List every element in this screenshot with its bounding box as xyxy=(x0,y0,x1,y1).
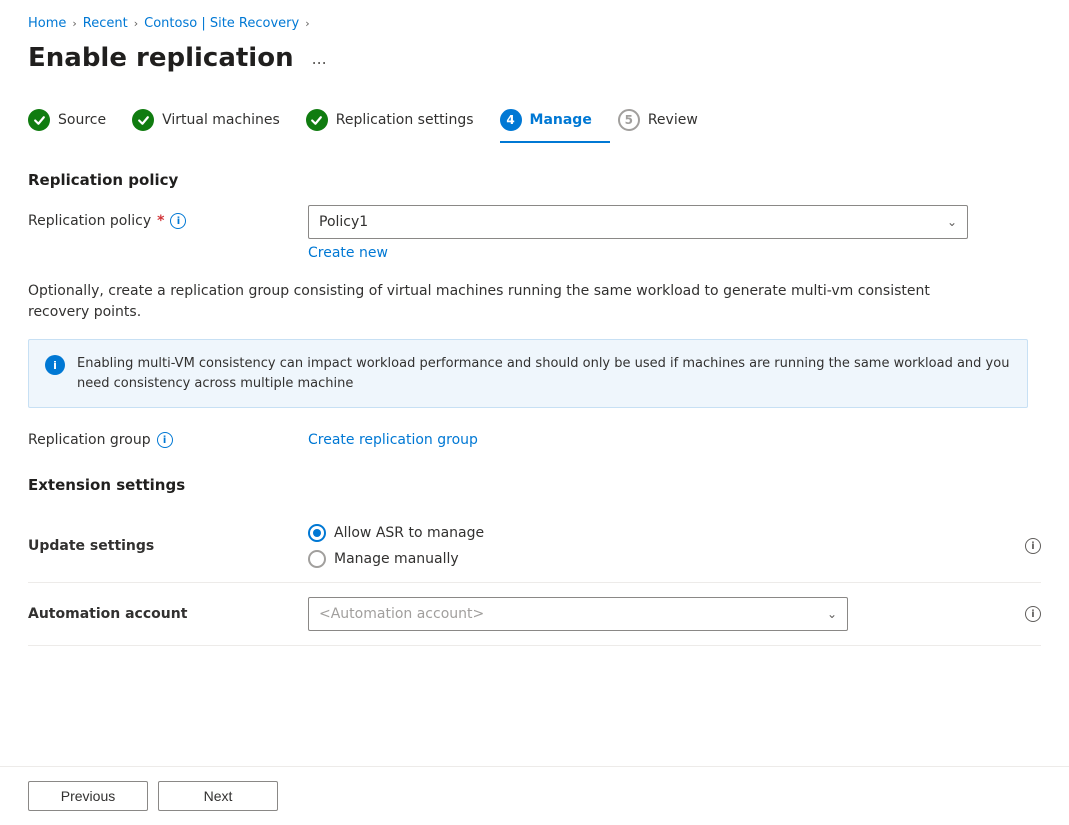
automation-account-dropdown[interactable]: <Automation account> ⌄ xyxy=(308,597,848,631)
automation-account-row: Automation account <Automation account> … xyxy=(28,583,1041,646)
step-source-check xyxy=(28,109,50,131)
breadcrumb-sep-2: › xyxy=(134,17,138,30)
radio-allow-asr[interactable]: Allow ASR to manage xyxy=(308,524,1025,542)
update-settings-control: Allow ASR to manage Manage manually xyxy=(308,524,1025,568)
replication-policy-info-icon[interactable]: i xyxy=(170,213,186,229)
next-button[interactable]: Next xyxy=(158,781,278,811)
step-review[interactable]: 5 Review xyxy=(618,101,716,143)
step-manage-label: Manage xyxy=(530,112,592,128)
step-vm-label: Virtual machines xyxy=(162,112,280,128)
create-replication-group-link[interactable]: Create replication group xyxy=(308,432,478,448)
update-settings-info-icon[interactable]: i xyxy=(1025,538,1041,554)
replication-group-row: Replication group i Create replication g… xyxy=(28,432,1041,448)
update-settings-label: Update settings xyxy=(28,538,308,554)
steps-navigation: Source Virtual machines Replication sett… xyxy=(28,101,1041,143)
ellipsis-button[interactable]: ... xyxy=(306,46,333,71)
replication-policy-value: Policy1 xyxy=(319,214,368,230)
radio-manage-manually-circle xyxy=(308,550,326,568)
breadcrumb: Home › Recent › Contoso | Site Recovery … xyxy=(28,16,1041,31)
replication-policy-label: Replication policy xyxy=(28,213,151,229)
footer: Previous Next xyxy=(0,766,1069,825)
breadcrumb-current[interactable]: Contoso | Site Recovery xyxy=(144,16,299,31)
radio-manage-manually[interactable]: Manage manually xyxy=(308,550,1025,568)
breadcrumb-sep-1: › xyxy=(72,17,76,30)
radio-allow-asr-label: Allow ASR to manage xyxy=(334,525,484,541)
breadcrumb-sep-3: › xyxy=(305,17,309,30)
step-manage[interactable]: 4 Manage xyxy=(500,101,610,143)
step-review-label: Review xyxy=(648,112,698,128)
step-rep-label: Replication settings xyxy=(336,112,474,128)
replication-policy-row: Replication policy * i Policy1 ⌄ Create … xyxy=(28,205,1041,261)
update-settings-row: Update settings Allow ASR to manage Mana… xyxy=(28,510,1041,583)
step-source-label: Source xyxy=(58,112,106,128)
previous-button[interactable]: Previous xyxy=(28,781,148,811)
description-text: Optionally, create a replication group c… xyxy=(28,281,988,323)
required-indicator: * xyxy=(157,213,164,229)
extension-settings-title: Extension settings xyxy=(28,476,1041,494)
automation-account-control-row: <Automation account> ⌄ i xyxy=(308,597,1041,631)
replication-group-label-container: Replication group i xyxy=(28,432,308,448)
replication-policy-control: Policy1 ⌄ Create new xyxy=(308,205,1041,261)
automation-account-chevron: ⌄ xyxy=(827,607,837,621)
step-source[interactable]: Source xyxy=(28,101,124,143)
info-box: i Enabling multi-VM consistency can impa… xyxy=(28,339,1028,408)
breadcrumb-recent[interactable]: Recent xyxy=(83,16,128,31)
replication-group-label: Replication group xyxy=(28,432,151,448)
replication-policy-label-container: Replication policy * i xyxy=(28,205,308,229)
automation-account-label: Automation account xyxy=(28,606,308,622)
step-replication-settings[interactable]: Replication settings xyxy=(306,101,492,143)
step-manage-circle: 4 xyxy=(500,109,522,131)
create-new-link[interactable]: Create new xyxy=(308,245,388,261)
content-area: Replication policy Replication policy * … xyxy=(28,171,1041,666)
replication-group-info-icon[interactable]: i xyxy=(157,432,173,448)
page-title: Enable replication xyxy=(28,43,294,73)
step-virtual-machines[interactable]: Virtual machines xyxy=(132,101,298,143)
step-rep-check xyxy=(306,109,328,131)
breadcrumb-home[interactable]: Home xyxy=(28,16,66,31)
automation-account-placeholder: <Automation account> xyxy=(319,606,484,622)
step-review-circle: 5 xyxy=(618,109,640,131)
info-box-icon: i xyxy=(45,355,65,375)
automation-account-info-icon[interactable]: i xyxy=(1025,606,1041,622)
radio-allow-asr-circle xyxy=(308,524,326,542)
step-vm-check xyxy=(132,109,154,131)
radio-options-group: Allow ASR to manage Manage manually xyxy=(308,524,1025,568)
replication-policy-title: Replication policy xyxy=(28,171,1041,189)
info-box-text: Enabling multi-VM consistency can impact… xyxy=(77,354,1011,393)
replication-policy-dropdown[interactable]: Policy1 ⌄ xyxy=(308,205,968,239)
radio-manage-manually-label: Manage manually xyxy=(334,551,459,567)
replication-policy-chevron: ⌄ xyxy=(947,215,957,229)
